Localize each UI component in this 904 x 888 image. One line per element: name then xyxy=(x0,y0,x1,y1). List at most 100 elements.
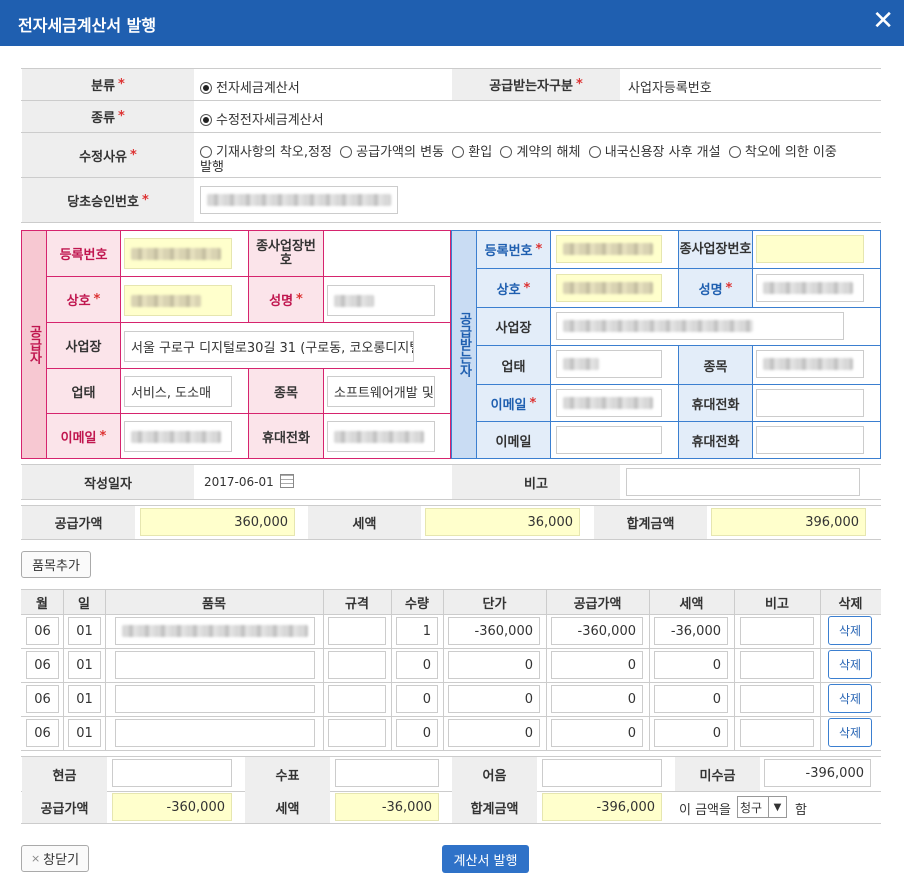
summary-total-label: 합계금액 xyxy=(452,791,537,823)
row3-item[interactable] xyxy=(115,685,315,713)
row1-month[interactable]: 06 xyxy=(26,617,59,645)
kind-radio[interactable]: 수정전자세금계산서 xyxy=(200,109,324,128)
row2-qty[interactable]: 0 xyxy=(396,651,438,679)
issue-invoice-button[interactable]: 계산서 발행 xyxy=(442,845,529,873)
row4-note[interactable] xyxy=(740,719,814,747)
summary-total-value[interactable]: -396,000 xyxy=(542,793,662,821)
row2-item[interactable] xyxy=(115,651,315,679)
col-header-tax: 세액 xyxy=(679,596,704,612)
receiver-biz-type-input[interactable] xyxy=(556,350,662,378)
unpaid-input[interactable]: -396,000 xyxy=(764,759,871,787)
receiver-reg-no-input[interactable] xyxy=(556,235,662,263)
row1-note[interactable] xyxy=(740,617,814,645)
row4-spec[interactable] xyxy=(328,719,386,747)
check-input[interactable] xyxy=(335,759,439,787)
note-input[interactable] xyxy=(626,468,860,496)
chevron-down-icon[interactable]: ▼ xyxy=(768,797,786,817)
cash-input[interactable] xyxy=(112,759,232,787)
orig-approval-input[interactable] xyxy=(200,186,398,214)
receiver-sub-biz-input[interactable] xyxy=(756,235,864,263)
row4-day[interactable]: 01 xyxy=(68,719,101,747)
calendar-icon[interactable] xyxy=(280,474,294,488)
row2-note[interactable] xyxy=(740,651,814,679)
col-header-item: 품목 xyxy=(202,596,226,612)
row3-day[interactable]: 01 xyxy=(68,685,101,713)
amount-suffix: 함 xyxy=(795,803,807,818)
reason-option-4[interactable]: 계약의 해체 xyxy=(500,145,580,160)
summary-supply-value[interactable]: -360,000 xyxy=(112,793,232,821)
col-header-note: 비고 xyxy=(765,596,789,612)
radio-icon[interactable] xyxy=(200,114,212,126)
supplier-phone-input[interactable] xyxy=(327,421,435,452)
close-icon[interactable]: ✕ xyxy=(872,6,894,36)
reason-option-3[interactable]: 환입 xyxy=(452,145,492,160)
supplier-email-input[interactable] xyxy=(124,421,232,452)
row1-spec[interactable] xyxy=(328,617,386,645)
row2-supply[interactable]: 0 xyxy=(551,651,643,679)
date-input[interactable]: 2017-06-01 xyxy=(198,468,278,496)
row4-month[interactable]: 06 xyxy=(26,719,59,747)
radio-icon[interactable] xyxy=(200,82,212,94)
reason-option-5[interactable]: 내국신용장 사후 개설 xyxy=(588,145,721,160)
row3-supply[interactable]: 0 xyxy=(551,685,643,713)
summary-tax-value[interactable]: -36,000 xyxy=(335,793,439,821)
supplier-name-label: 상호 * xyxy=(47,277,120,322)
row4-unit[interactable]: 0 xyxy=(448,719,540,747)
add-item-button[interactable]: 품목추가 xyxy=(21,551,91,578)
total-sum-value[interactable]: 396,000 xyxy=(711,508,866,536)
receiver-sub-biz-label: 종사업장번호 xyxy=(679,231,752,268)
row3-note[interactable] xyxy=(740,685,814,713)
row4-tax[interactable]: 0 xyxy=(654,719,728,747)
row3-tax[interactable]: 0 xyxy=(654,685,728,713)
total-supply-value[interactable]: 360,000 xyxy=(140,508,295,536)
supplier-biz-type-input[interactable]: 서비스, 도소매 xyxy=(124,376,232,407)
row1-day[interactable]: 01 xyxy=(68,617,101,645)
dialog-title-bar: 전자세금계산서 발행 ✕ xyxy=(0,0,904,46)
row2-month[interactable]: 06 xyxy=(26,651,59,679)
supplier-item-input[interactable]: 소프트웨어개발 및 xyxy=(327,376,435,407)
receiver-item-input[interactable] xyxy=(756,350,864,378)
row2-unit[interactable]: 0 xyxy=(448,651,540,679)
row3-qty[interactable]: 0 xyxy=(396,685,438,713)
total-tax-value[interactable]: 36,000 xyxy=(425,508,580,536)
receiver-phone2-input[interactable] xyxy=(756,426,864,454)
supplier-name-input[interactable] xyxy=(124,285,232,316)
row2-spec[interactable] xyxy=(328,651,386,679)
close-button[interactable]: × 창닫기 xyxy=(21,845,89,872)
check-label: 수표 xyxy=(245,757,330,791)
row1-unit[interactable]: -360,000 xyxy=(448,617,540,645)
row3-month[interactable]: 06 xyxy=(26,685,59,713)
bill-input[interactable] xyxy=(542,759,662,787)
receiver-email2-input[interactable] xyxy=(556,426,662,454)
reason-option-6[interactable]: 착오에 의한 이중 xyxy=(728,145,837,160)
row4-delete-button[interactable]: 삭제 xyxy=(828,718,872,747)
row4-supply[interactable]: 0 xyxy=(551,719,643,747)
receiver-address-label: 사업장 xyxy=(477,308,550,345)
receiver-address-input[interactable] xyxy=(556,312,844,340)
receiver-type-label: 공급받는자구분 * xyxy=(452,69,620,100)
row2-tax[interactable]: 0 xyxy=(654,651,728,679)
row1-tax[interactable]: -36,000 xyxy=(654,617,728,645)
row3-spec[interactable] xyxy=(328,685,386,713)
row1-supply[interactable]: -360,000 xyxy=(551,617,643,645)
row1-item[interactable] xyxy=(115,617,315,645)
row4-item[interactable] xyxy=(115,719,315,747)
receiver-name-input[interactable] xyxy=(556,274,662,302)
supplier-address-input[interactable]: 서울 구로구 디지털로30길 31 (구로동, 코오롱디지털 xyxy=(124,331,414,362)
supplier-reg-no-input[interactable] xyxy=(124,238,232,269)
row3-unit[interactable]: 0 xyxy=(448,685,540,713)
amount-select[interactable]: 청구 ▼ xyxy=(737,796,787,818)
row4-qty[interactable]: 0 xyxy=(396,719,438,747)
reason-option-2[interactable]: 공급가액의 변동 xyxy=(340,145,444,160)
supplier-sub-biz-label: 종사업장번호 xyxy=(249,231,323,276)
row1-delete-button[interactable]: 삭제 xyxy=(828,616,872,645)
row2-delete-button[interactable]: 삭제 xyxy=(828,650,872,679)
receiver-phone-input[interactable] xyxy=(756,389,864,417)
row3-delete-button[interactable]: 삭제 xyxy=(828,684,872,713)
row1-qty[interactable]: 1 xyxy=(396,617,438,645)
row2-day[interactable]: 01 xyxy=(68,651,101,679)
category-radio[interactable]: 전자세금계산서 xyxy=(200,77,300,96)
receiver-ceo-input[interactable] xyxy=(756,274,864,302)
supplier-ceo-input[interactable] xyxy=(327,285,435,316)
receiver-email-input[interactable] xyxy=(556,389,662,417)
